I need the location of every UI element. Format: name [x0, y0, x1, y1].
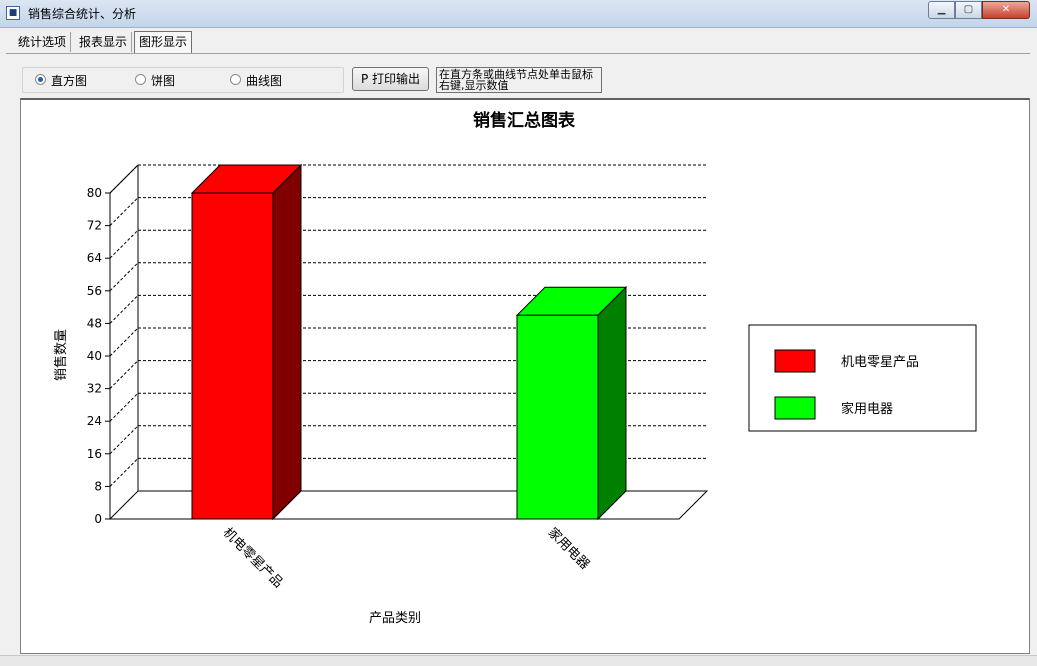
y-tick-label: 80 [87, 186, 102, 200]
chart-panel: 销售汇总图表 0 8 16 24 32 40 48 56 64 72 80 销售数量产品类别 机电零星产品… [20, 98, 1030, 654]
y-tick-label: 16 [87, 447, 102, 461]
window-title: 销售综合统计、分析 [28, 7, 137, 21]
bar-chart: 销售汇总图表 0 8 16 24 32 40 48 56 64 72 80 销售数量产品类别 机电零星产品… [53, 110, 977, 626]
tab-graph-display[interactable]: 图形显示 [134, 31, 193, 53]
x-tick-label: 家用电器 [545, 525, 593, 573]
tab-statistics-options[interactable]: 统计选项 [14, 32, 72, 52]
radio-dot [230, 74, 241, 85]
minimize-button[interactable]: ▁ [928, 1, 955, 19]
bar [191, 192, 274, 520]
tab-report-display[interactable]: 报表显示 [75, 32, 133, 52]
maximize-button[interactable]: ▢ [955, 1, 982, 19]
y-tick-label: 56 [87, 284, 102, 298]
gridline-diagonal [109, 295, 139, 324]
radio-dot-selected [35, 74, 46, 85]
chart-type-group: 直方图 饼图 曲线图 [22, 67, 344, 93]
print-button[interactable]: P 打印输出 [352, 67, 429, 91]
y-axis-label: 销售数量 [53, 329, 69, 381]
legend-label: 机电零星产品 [841, 355, 919, 370]
radio-dot [135, 74, 146, 85]
y-tick-label: 24 [87, 414, 102, 428]
close-button[interactable]: ✕ [982, 1, 1030, 19]
y-tick-label: 32 [87, 382, 102, 396]
x-tick-label: 机电零星产品 [220, 525, 286, 591]
radio-line-label: 曲线图 [246, 74, 283, 88]
app-icon: ■ [6, 6, 20, 20]
x-axis-label: 产品类别 [369, 611, 421, 626]
radio-bar-label: 直方图 [51, 74, 88, 88]
gridline-diagonal [109, 229, 139, 259]
tab-divider [6, 53, 1030, 54]
bar [516, 314, 599, 520]
radio-pie-label: 饼图 [151, 74, 176, 88]
bar-side-face [272, 163, 302, 521]
legend-label: 家用电器 [841, 401, 893, 417]
gridline-diagonal [109, 425, 139, 455]
gridline-diagonal [109, 262, 139, 292]
legend-swatch [774, 349, 816, 373]
y-axis-top-edge [109, 164, 139, 194]
status-strip [0, 655, 1037, 666]
y-tick-label: 48 [87, 316, 102, 330]
y-tick-label: 72 [87, 219, 102, 233]
chart-title: 销售汇总图表 [473, 110, 576, 131]
bar-side-face [597, 286, 627, 521]
y-tick-label: 64 [87, 251, 102, 265]
gridline-diagonal [109, 360, 139, 389]
title-bar: ■ 销售综合统计、分析 ▁ ▢ ✕ [0, 0, 1037, 28]
gridline-diagonal [109, 458, 139, 487]
y-tick-label: 0 [94, 512, 102, 526]
y-tick-label: 40 [87, 349, 102, 363]
hint-text: 在直方条或曲线节点处单击鼠标右键,显示数值 [436, 67, 602, 93]
y-tick-label: 8 [94, 479, 102, 493]
gridline-diagonal [109, 197, 139, 226]
legend-swatch [774, 396, 816, 420]
gridline-diagonal [109, 392, 139, 422]
gridline-diagonal [109, 327, 139, 357]
